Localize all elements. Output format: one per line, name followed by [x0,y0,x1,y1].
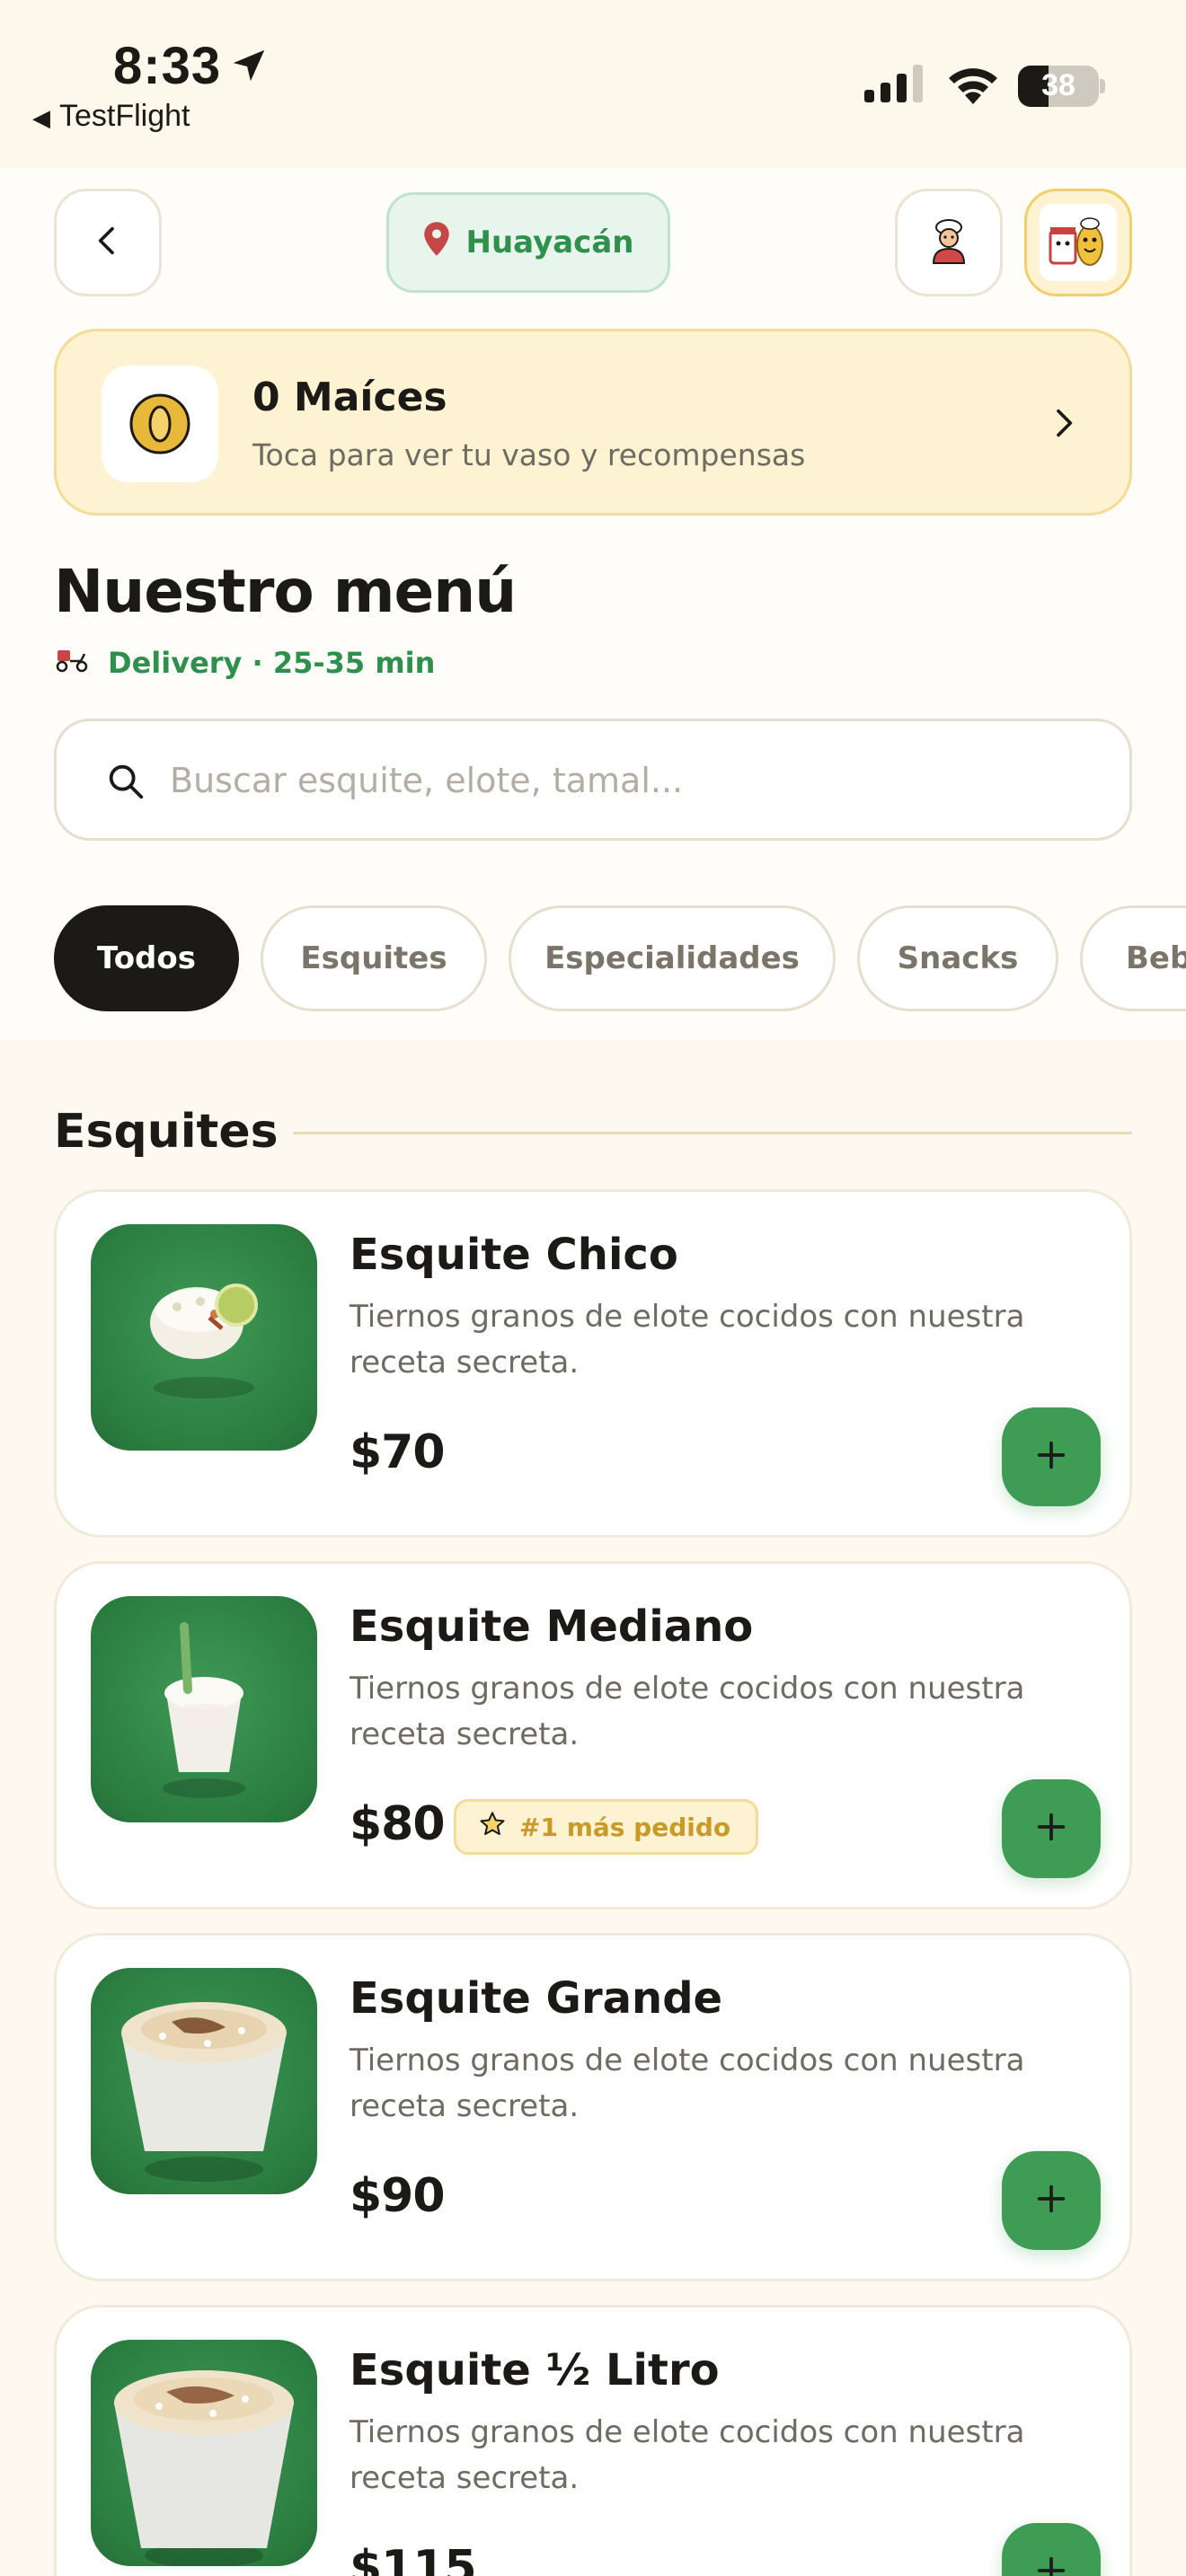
tab-especialidades[interactable]: Especialidades [509,905,836,1011]
product-card[interactable]: Esquite Mediano Tiernos granos de elote … [54,1561,1132,1910]
section-divider [293,1132,1132,1134]
product-description: Tiernos granos de elote cocidos con nues… [350,1299,1025,1381]
product-price: $80 [350,1797,446,1851]
product-name: Esquite ½ Litro [350,2345,720,2395]
tab-snacks[interactable]: Snacks [857,905,1058,1011]
section-title: Esquites [54,1105,279,1159]
add-to-cart-button[interactable] [1002,1407,1101,1506]
product-image [91,1596,317,1822]
back-button[interactable] [54,189,162,296]
product-card[interactable]: Esquite Grande Tiernos granos de elote c… [54,1933,1132,2281]
tab-label: Bebidas [1126,940,1186,976]
product-price: $90 [350,2169,446,2223]
map-pin-icon [423,221,450,265]
plus-icon [1033,2181,1069,2220]
category-tabs: Todos Esquites Especialidades Snacks Beb… [54,905,1186,1011]
product-image [91,1968,317,2194]
add-to-cart-button[interactable] [1002,1779,1101,1878]
plus-icon [1033,1437,1069,1477]
search-icon [105,761,146,806]
popular-badge: #1 más pedido [454,1799,759,1855]
star-icon [478,1810,507,1845]
delivery-label: Delivery · 25-35 min [108,646,436,680]
status-time: 8:33 [113,37,222,95]
corn-coin-icon [102,366,218,482]
rewards-subtitle: Toca para ver tu vaso y recompensas [252,437,806,472]
location-selector[interactable]: Huayacán [386,192,670,293]
battery-nub [1100,79,1105,93]
location-arrow-icon [228,45,270,90]
badge-label: #1 más pedido [519,1812,731,1842]
rewards-card[interactable]: 0 Maíces Toca para ver tu vaso y recompe… [54,329,1132,516]
product-description: Tiernos granos de elote cocidos con nues… [350,2414,1025,2496]
location-label: Huayacán [465,225,634,260]
wifi-icon [945,63,1001,110]
battery-percentage: 38 [1041,68,1075,102]
product-image [91,2340,317,2566]
product-name: Esquite Mediano [350,1601,754,1652]
chef-avatar-icon [925,216,973,269]
page-title: Nuestro menú [54,557,517,626]
product-price: $70 [350,1425,446,1479]
plus-icon [1033,2553,1069,2576]
product-card[interactable]: Esquite Chico Tiernos granos de elote co… [54,1189,1132,1538]
product-image [91,1224,317,1451]
brand-logo [1040,204,1117,281]
product-price: $115 [350,2541,477,2576]
tab-label: Todos [97,940,196,976]
product-description: Tiernos granos de elote cocidos con nues… [350,1671,1025,1752]
chevron-right-icon [1045,401,1081,448]
product-name: Esquite Chico [350,1230,678,1280]
back-triangle-icon: ◀ [32,104,50,131]
tab-todos[interactable]: Todos [54,905,239,1011]
tab-label: Snacks [897,940,1019,976]
add-to-cart-button[interactable] [1002,2523,1101,2576]
search-input[interactable] [170,748,1104,813]
rewards-title: 0 Maíces [252,375,447,420]
status-bar: 8:33 ◀ TestFlight 38 [0,0,1186,167]
profile-button[interactable] [895,189,1003,296]
back-to-app-link[interactable]: ◀ TestFlight [32,99,190,134]
battery-indicator: 38 [1018,66,1099,107]
product-description: Tiernos granos de elote cocidos con nues… [350,2042,1025,2124]
tab-label: Esquites [300,940,447,976]
tab-label: Especialidades [544,940,800,976]
chevron-left-icon [90,223,126,262]
product-name: Esquite Grande [350,1973,723,2024]
add-to-cart-button[interactable] [1002,2151,1101,2250]
product-card[interactable]: Esquite ½ Litro Tiernos granos de elote … [54,2305,1132,2576]
search-bar[interactable] [54,719,1132,841]
tab-esquites[interactable]: Esquites [261,905,487,1011]
tab-bebidas[interactable]: Bebidas [1080,905,1186,1011]
back-app-label: TestFlight [59,99,190,133]
plus-icon [1033,1809,1069,1848]
delivery-info: Delivery · 25-35 min [54,645,435,681]
signal-icon [864,65,925,108]
brand-logo-button[interactable] [1024,189,1132,296]
delivery-scooter-icon [54,645,90,681]
